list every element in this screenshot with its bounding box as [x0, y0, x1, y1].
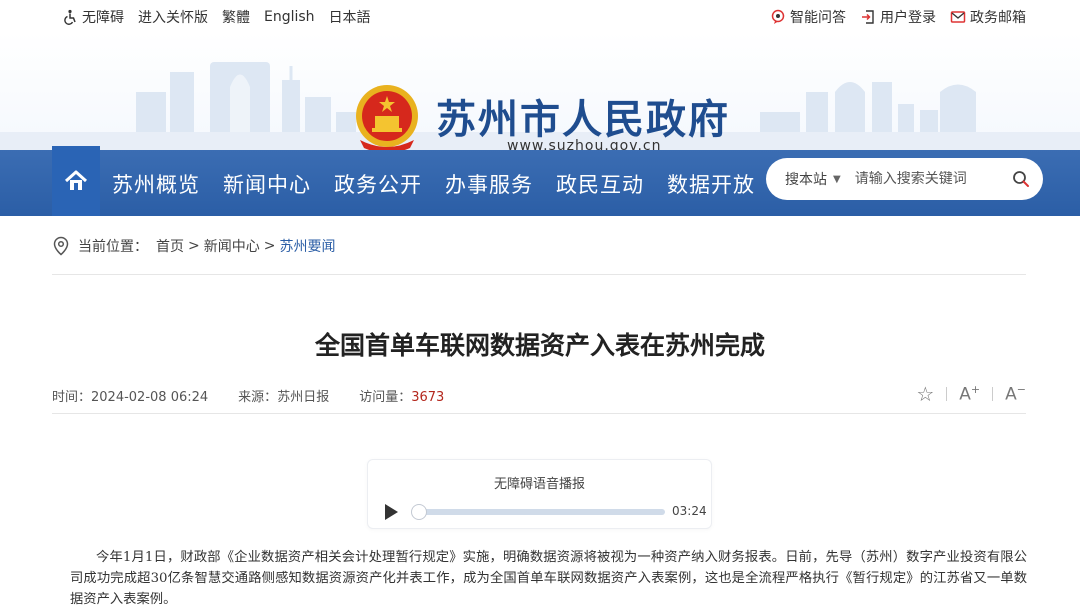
user-login-label: 用户登录 [880, 10, 936, 26]
smart-qa-link[interactable]: 智能问答 [770, 7, 846, 27]
article-body: 今年1月1日，财政部《企业数据资产相关会计处理暂行规定》实施，明确数据资源将被视… [70, 550, 1027, 607]
font-decrease-button[interactable]: A− [1005, 383, 1026, 405]
site-title: 苏州市人民政府 [436, 97, 730, 143]
audio-title: 无障碍语音播报 [493, 477, 585, 492]
audio-player: 无障碍语音播报 03:24 [367, 459, 712, 529]
smart-qa-label: 智能问答 [790, 10, 846, 26]
play-icon[interactable] [383, 503, 399, 521]
breadcrumb-suzhou-news[interactable]: 苏州要闻 [279, 236, 335, 256]
nav-items: 苏州概览 新闻中心 政务公开 办事服务 政民互动 数据开放 [112, 169, 755, 199]
views-count: 3673 [411, 390, 445, 405]
article-tools: ☆ A+ A− [916, 382, 1026, 406]
gov-mail-label: 政务邮箱 [970, 10, 1026, 26]
home-icon [64, 170, 88, 190]
meta-divider [52, 413, 1026, 414]
traditional-chinese-label: 繁體 [222, 10, 250, 26]
breadcrumb: 当前位置： 首页 > 新闻中心 > 苏州要闻 [52, 236, 335, 256]
search-box: 搜本站 ▼ [766, 158, 1043, 200]
nav-home-button[interactable] [52, 146, 100, 216]
care-mode-label: 进入关怀版 [138, 10, 208, 26]
chat-bubble-icon [771, 9, 785, 24]
favorite-star-icon[interactable]: ☆ [916, 382, 934, 406]
tool-divider [946, 387, 948, 401]
meta-time: 时间：2024-02-08 06:24 [52, 386, 208, 405]
main-nav: 苏州概览 新闻中心 政务公开 办事服务 政民互动 数据开放 搜本站 ▼ [0, 146, 1080, 216]
source-label: 来源： [238, 390, 278, 405]
caret-down-icon: ▼ [833, 173, 841, 185]
tool-divider [992, 387, 994, 401]
topbar-right-links: 智能问答 用户登录 政务邮箱 [770, 7, 1026, 27]
nav-item-suzhou-overview[interactable]: 苏州概览 [112, 169, 200, 199]
search-icon[interactable] [1011, 169, 1031, 189]
location-pin-icon [53, 236, 69, 256]
nav-item-news-center[interactable]: 新闻中心 [223, 169, 311, 199]
english-link[interactable]: English [264, 9, 315, 25]
breadcrumb-separator: > [263, 238, 276, 254]
breadcrumb-home[interactable]: 首页 [156, 236, 184, 256]
breadcrumb-separator: > [188, 238, 200, 254]
site-banner: 苏州市人民政府 www.suzhou.gov.cn [0, 32, 1080, 150]
gov-mail-link[interactable]: 政务邮箱 [950, 7, 1026, 27]
japanese-label: 日本語 [328, 10, 371, 26]
mail-icon [950, 11, 966, 23]
site-url: www.suzhou.gov.cn [507, 138, 662, 150]
search-scope-dropdown[interactable]: 搜本站 ▼ [785, 169, 841, 189]
care-mode-link[interactable]: 进入关怀版 [138, 7, 208, 27]
english-label: English [264, 9, 315, 25]
japanese-link[interactable]: 日本語 [329, 7, 371, 27]
article-title: 全国首单车联网数据资产入表在苏州完成 [314, 331, 765, 360]
audio-progress-thumb[interactable] [411, 504, 427, 520]
accessibility-link[interactable]: 无障碍 [62, 7, 124, 27]
nav-item-interaction[interactable]: 政民互动 [556, 169, 644, 199]
font-decrease-label: A [1005, 384, 1017, 405]
font-increase-label: A [959, 384, 971, 405]
search-scope-label: 搜本站 [785, 172, 827, 188]
meta-source: 来源：苏州日报 [238, 386, 329, 405]
login-icon [862, 10, 874, 24]
breadcrumb-prefix: 当前位置： [78, 239, 148, 255]
traditional-chinese-link[interactable]: 繁體 [222, 7, 250, 27]
meta-views: 访问量：3673 [359, 386, 444, 405]
national-emblem-icon [356, 85, 418, 150]
search-input[interactable] [854, 171, 1005, 187]
nav-item-open-data[interactable]: 数据开放 [667, 169, 755, 199]
time-value: 2024-02-08 06:24 [91, 390, 209, 405]
article-meta: 时间：2024-02-08 06:24 来源：苏州日报 访问量：3673 [52, 386, 444, 405]
accessibility-icon [64, 9, 76, 25]
views-label: 访问量： [359, 390, 412, 405]
nav-item-services[interactable]: 办事服务 [445, 169, 533, 199]
audio-duration: 03:24 [672, 504, 707, 518]
audio-progress-track[interactable] [413, 509, 665, 515]
breadcrumb-news-center[interactable]: 新闻中心 [204, 236, 260, 256]
accessibility-label: 无障碍 [82, 10, 124, 26]
nav-item-gov-affairs[interactable]: 政务公开 [334, 169, 422, 199]
topbar-left-links: 无障碍 进入关怀版 繁體 English 日本語 [62, 7, 371, 27]
top-utility-bar: 无障碍 进入关怀版 繁體 English 日本語 智能问答 用户登录 政务邮箱 [0, 0, 1080, 32]
breadcrumb-divider [52, 274, 1026, 275]
font-increase-button[interactable]: A+ [959, 383, 980, 405]
source-value: 苏州日报 [277, 390, 330, 405]
user-login-link[interactable]: 用户登录 [860, 7, 936, 27]
time-label: 时间： [52, 390, 92, 405]
